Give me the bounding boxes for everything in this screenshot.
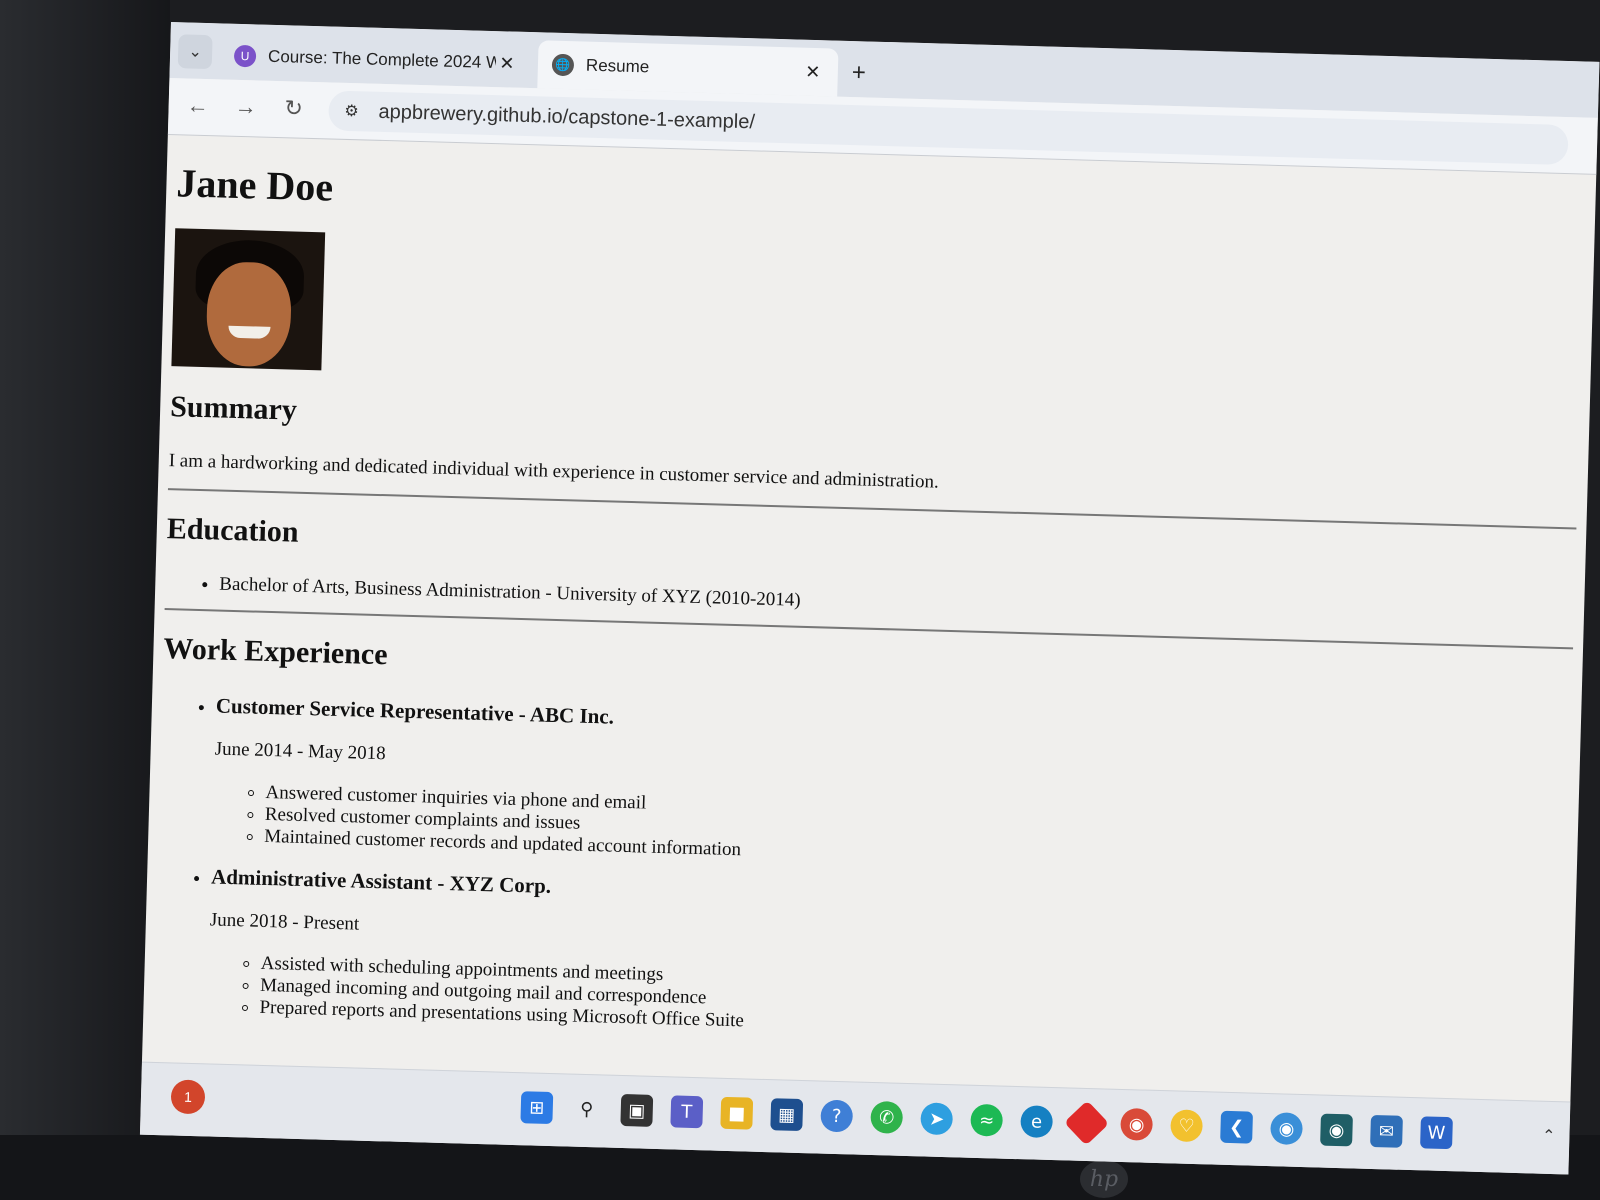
site-settings-icon[interactable]: ⚙ — [336, 96, 367, 127]
search-icon[interactable]: ⚲ — [570, 1093, 603, 1126]
bell-app-icon[interactable]: ♡ — [1170, 1109, 1204, 1143]
page-title: Jane Doe — [175, 160, 334, 210]
close-tab-icon[interactable]: ✕ — [496, 53, 519, 75]
whatsapp-icon[interactable]: ✆ — [870, 1100, 904, 1134]
vscode-icon[interactable]: ❮ — [1220, 1110, 1253, 1144]
education-item: Bachelor of Arts, Business Administratio… — [219, 574, 1574, 634]
store-icon[interactable]: ▦ — [770, 1098, 804, 1132]
teams-icon[interactable]: T — [670, 1095, 704, 1129]
new-tab-plus-icon[interactable]: + — [851, 59, 866, 87]
tab-title: Course: The Complete 2024 We — [267, 46, 497, 73]
help-icon[interactable]: ? — [820, 1099, 854, 1133]
red-app-icon[interactable] — [1063, 1100, 1110, 1146]
reload-icon[interactable]: ↻ — [278, 95, 309, 122]
tab-search-chevron-icon[interactable]: ⌄ — [177, 34, 213, 70]
edge-icon[interactable]: e — [1020, 1105, 1054, 1139]
chat-app-icon[interactable]: ✉ — [1370, 1114, 1403, 1148]
file-explorer-icon[interactable]: ■ — [720, 1096, 754, 1130]
tab-resume[interactable]: 🌐 Resume ✕ — [537, 40, 839, 97]
education-list: Bachelor of Arts, Business Administratio… — [165, 572, 1574, 633]
telegram-icon[interactable]: ➤ — [920, 1102, 954, 1136]
task-view-icon[interactable]: ▣ — [620, 1093, 654, 1127]
job-item: Administrative Assistant - XYZ Corp. Jun… — [207, 864, 1566, 1055]
url-text[interactable]: appbrewery.github.io/capstone-1-example/ — [378, 100, 755, 134]
word-icon[interactable]: W — [1420, 1116, 1453, 1150]
spotify-icon[interactable]: ≈ — [970, 1103, 1004, 1137]
tab-title: Resume — [585, 55, 650, 77]
duty-list: Answered customer inquiries via phone an… — [212, 780, 1568, 884]
globe-icon: 🌐 — [551, 53, 575, 77]
forward-arrow-icon[interactable]: → — [230, 94, 261, 121]
notification-badge[interactable]: 1 — [170, 1079, 206, 1115]
summary-heading: Summary — [169, 390, 298, 427]
close-tab-icon[interactable]: ✕ — [802, 61, 825, 83]
summary-text: I am a hardworking and dedicated individ… — [168, 450, 940, 493]
profile-photo — [171, 228, 326, 371]
hp-logo-icon: hp — [1080, 1160, 1128, 1198]
camera-app-icon[interactable]: ◉ — [1320, 1113, 1353, 1147]
job-list: Customer Service Representative - ABC In… — [153, 692, 1570, 1055]
tray-chevron-up-icon[interactable]: ⌃ — [1542, 1126, 1556, 1146]
chrome-icon[interactable]: ◉ — [1120, 1107, 1154, 1141]
monitor-screen: ⌄ U Course: The Complete 2024 We ✕ 🌐 Res… — [139, 22, 1600, 1175]
tab-course[interactable]: U Course: The Complete 2024 We ✕ — [219, 31, 532, 88]
duty-list: Assisted with scheduling appointments an… — [207, 951, 1563, 1055]
back-arrow-icon[interactable]: ← — [182, 92, 213, 119]
resume-page: Jane Doe Summary I am a hardworking and … — [143, 135, 1596, 1056]
job-item: Customer Service Representative - ABC In… — [212, 694, 1571, 885]
udemy-icon: U — [233, 44, 257, 68]
windows-start-icon[interactable]: ⊞ — [520, 1091, 554, 1125]
chrome-dev-icon[interactable]: ◉ — [1270, 1112, 1303, 1146]
